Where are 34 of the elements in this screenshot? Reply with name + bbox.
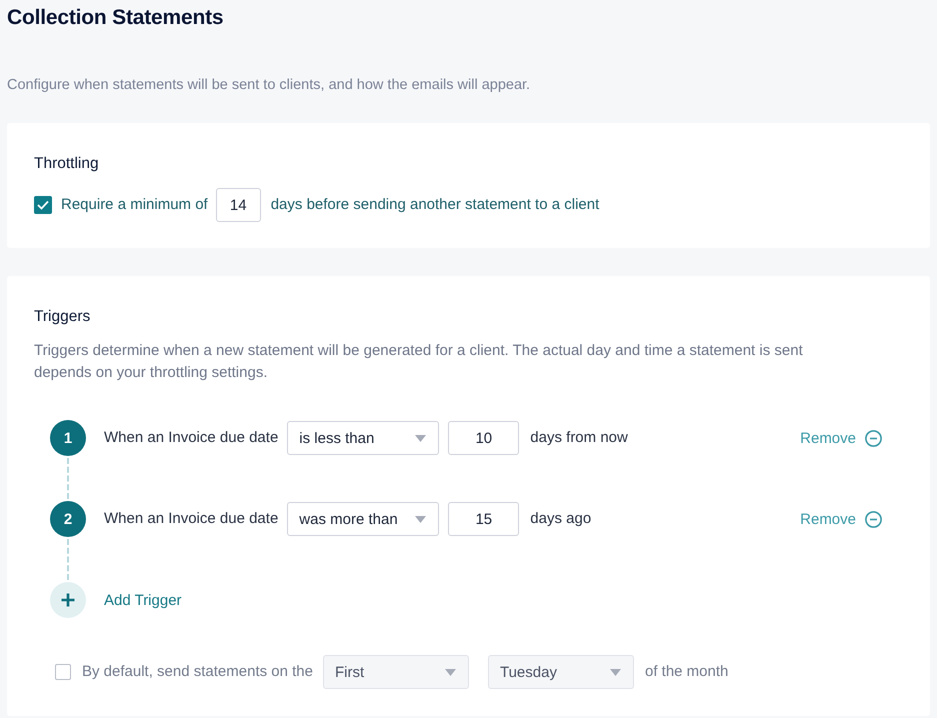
trigger-label: days from now (530, 428, 628, 448)
days-input[interactable]: 15 (448, 502, 520, 536)
page-description: Configure when statements will be sent to clients, and how the emails will appear. (7, 76, 532, 95)
checkbox-label: Require a minimum of (61, 195, 208, 215)
ordinal-select[interactable]: First (322, 655, 469, 689)
caret-icon (415, 434, 426, 442)
caret-icon (415, 516, 426, 522)
condition-select[interactable]: is less than (287, 421, 440, 455)
trigger-label: When an Invoice due date (104, 428, 278, 448)
section-title: Triggers (34, 307, 92, 327)
minus-circle-icon (865, 510, 882, 528)
days-input[interactable]: 14 (216, 188, 261, 222)
step-number: 2 (50, 501, 86, 537)
step-number: 1 (50, 420, 86, 456)
section-title: Throttling (34, 154, 100, 174)
checkbox[interactable] (34, 196, 52, 214)
caret-icon (444, 668, 456, 676)
weekday-select[interactable]: Tuesday (488, 655, 634, 689)
add-trigger-button[interactable]: Add Trigger (50, 582, 182, 618)
checkbox-label: By default, send statements on the (82, 662, 313, 682)
days-input[interactable]: 10 (448, 421, 520, 455)
checkbox[interactable] (55, 664, 71, 680)
minus-circle-icon (865, 430, 882, 446)
section-description: Triggers determine when a new statement will be generated for a client. The actual day and time a statement is sent depends on your throttling settings. (34, 341, 804, 383)
trigger-label: days ago (530, 509, 592, 529)
condition-select[interactable]: was more than (287, 502, 440, 536)
checkbox-label: of the month (644, 662, 728, 682)
connector-line (67, 539, 69, 580)
page-title: Collection Statements (7, 5, 224, 31)
checkbox-label: days before sending another statement to a client (270, 195, 600, 215)
trigger-label: When an Invoice due date (104, 509, 278, 529)
connector-line (67, 458, 69, 499)
caret-icon (610, 668, 621, 676)
plus-icon (50, 582, 86, 618)
